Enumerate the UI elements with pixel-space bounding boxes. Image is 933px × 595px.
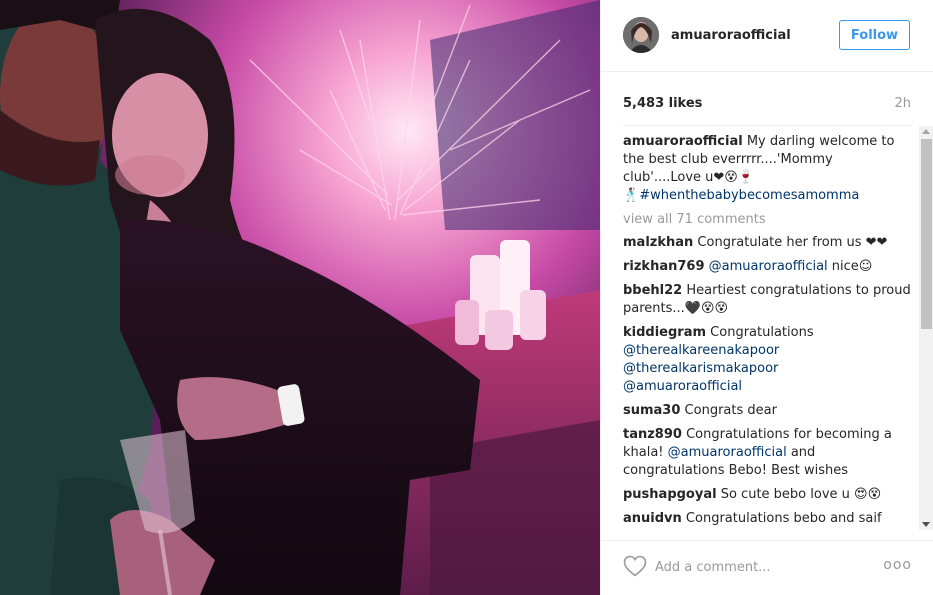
post-photo[interactable] — [0, 0, 600, 595]
comment-item: suma30 Congrats dear — [623, 402, 913, 420]
more-options-icon[interactable]: ooo — [883, 557, 912, 573]
heart-icon[interactable] — [623, 555, 647, 577]
comment-item: kiddiegram Congratulations @therealkaree… — [623, 324, 913, 396]
comments-list: amuaroraofficial My darling welcome to t… — [623, 133, 913, 531]
caption: amuaroraofficial My darling welcome to t… — [623, 133, 913, 205]
comments-scrollbar[interactable] — [919, 126, 933, 530]
comment-text: Congratulations — [710, 325, 814, 340]
caption-hashtag[interactable]: #whenthebabybecomesamomma — [639, 188, 859, 203]
comment-mention[interactable]: @amuaroraofficial — [709, 259, 828, 274]
comment-text: Congratulations bebo and saif — [685, 511, 882, 526]
scroll-up-arrow-icon[interactable] — [922, 129, 930, 134]
avatar-image — [623, 17, 659, 53]
likes-count[interactable]: 5,483 likes — [623, 96, 702, 111]
comment-item: anuidvn Congratulations bebo and saif — [623, 510, 913, 528]
likes-row: 5,483 likes 2h — [623, 96, 911, 114]
caption-emoji: 🕺🏽 — [623, 188, 640, 203]
post-modal: amuaroraofficial Follow 5,483 likes 2h a… — [0, 0, 933, 595]
comment-username[interactable]: kiddiegram — [623, 325, 706, 340]
comment-item: bbehl22 Heartiest congratulations to pro… — [623, 282, 913, 318]
comment-item: malzkhan Congratulate her from us ❤❤ — [623, 234, 913, 252]
comment-text: Congrats dear — [684, 403, 777, 418]
comment-mention[interactable]: @amuaroraofficial — [668, 445, 787, 460]
post-header: amuaroraofficial Follow — [601, 0, 933, 72]
comment-username[interactable]: suma30 — [623, 403, 680, 418]
comment-mention[interactable]: @amuaroraofficial — [623, 379, 742, 394]
comment-item: pushapgoyal So cute bebo love u 😍😵 — [623, 486, 913, 504]
caption-username[interactable]: amuaroraofficial — [623, 134, 743, 149]
add-comment-input[interactable] — [653, 553, 877, 581]
comment-username[interactable]: anuidvn — [623, 511, 682, 526]
comment-text: nice☺ — [827, 259, 873, 274]
comment-text: Congratulate her from us ❤❤ — [697, 235, 888, 250]
follow-button[interactable]: Follow — [839, 20, 910, 50]
comment-username[interactable]: rizkhan769 — [623, 259, 705, 274]
owner-avatar[interactable] — [623, 17, 659, 53]
comment-mention[interactable]: @therealkareenakapoor — [623, 343, 779, 358]
view-all-comments-link[interactable]: view all 71 comments — [623, 211, 913, 229]
comment-username[interactable]: bbehl22 — [623, 283, 682, 298]
scrollbar-thumb[interactable] — [921, 139, 932, 329]
owner-username[interactable]: amuaroraofficial — [671, 28, 791, 43]
comment-username[interactable]: malzkhan — [623, 235, 693, 250]
post-side-panel: amuaroraofficial Follow 5,483 likes 2h a… — [600, 0, 933, 595]
comment-mention[interactable]: @therealkarismakapoor — [623, 361, 778, 376]
comment-username[interactable]: tanz890 — [623, 427, 682, 442]
scroll-down-arrow-icon[interactable] — [922, 522, 930, 527]
comment-footer: ooo — [601, 540, 933, 595]
comment-username[interactable]: pushapgoyal — [623, 487, 717, 502]
divider — [623, 125, 911, 126]
comment-text: So cute bebo love u 😍😵 — [720, 487, 882, 502]
comment-item: tanz890 Congratulations for becoming a k… — [623, 426, 913, 480]
comment-item: rizkhan769 @amuaroraofficial nice☺ — [623, 258, 913, 276]
party-photo-image — [0, 0, 600, 595]
post-time[interactable]: 2h — [894, 96, 911, 111]
